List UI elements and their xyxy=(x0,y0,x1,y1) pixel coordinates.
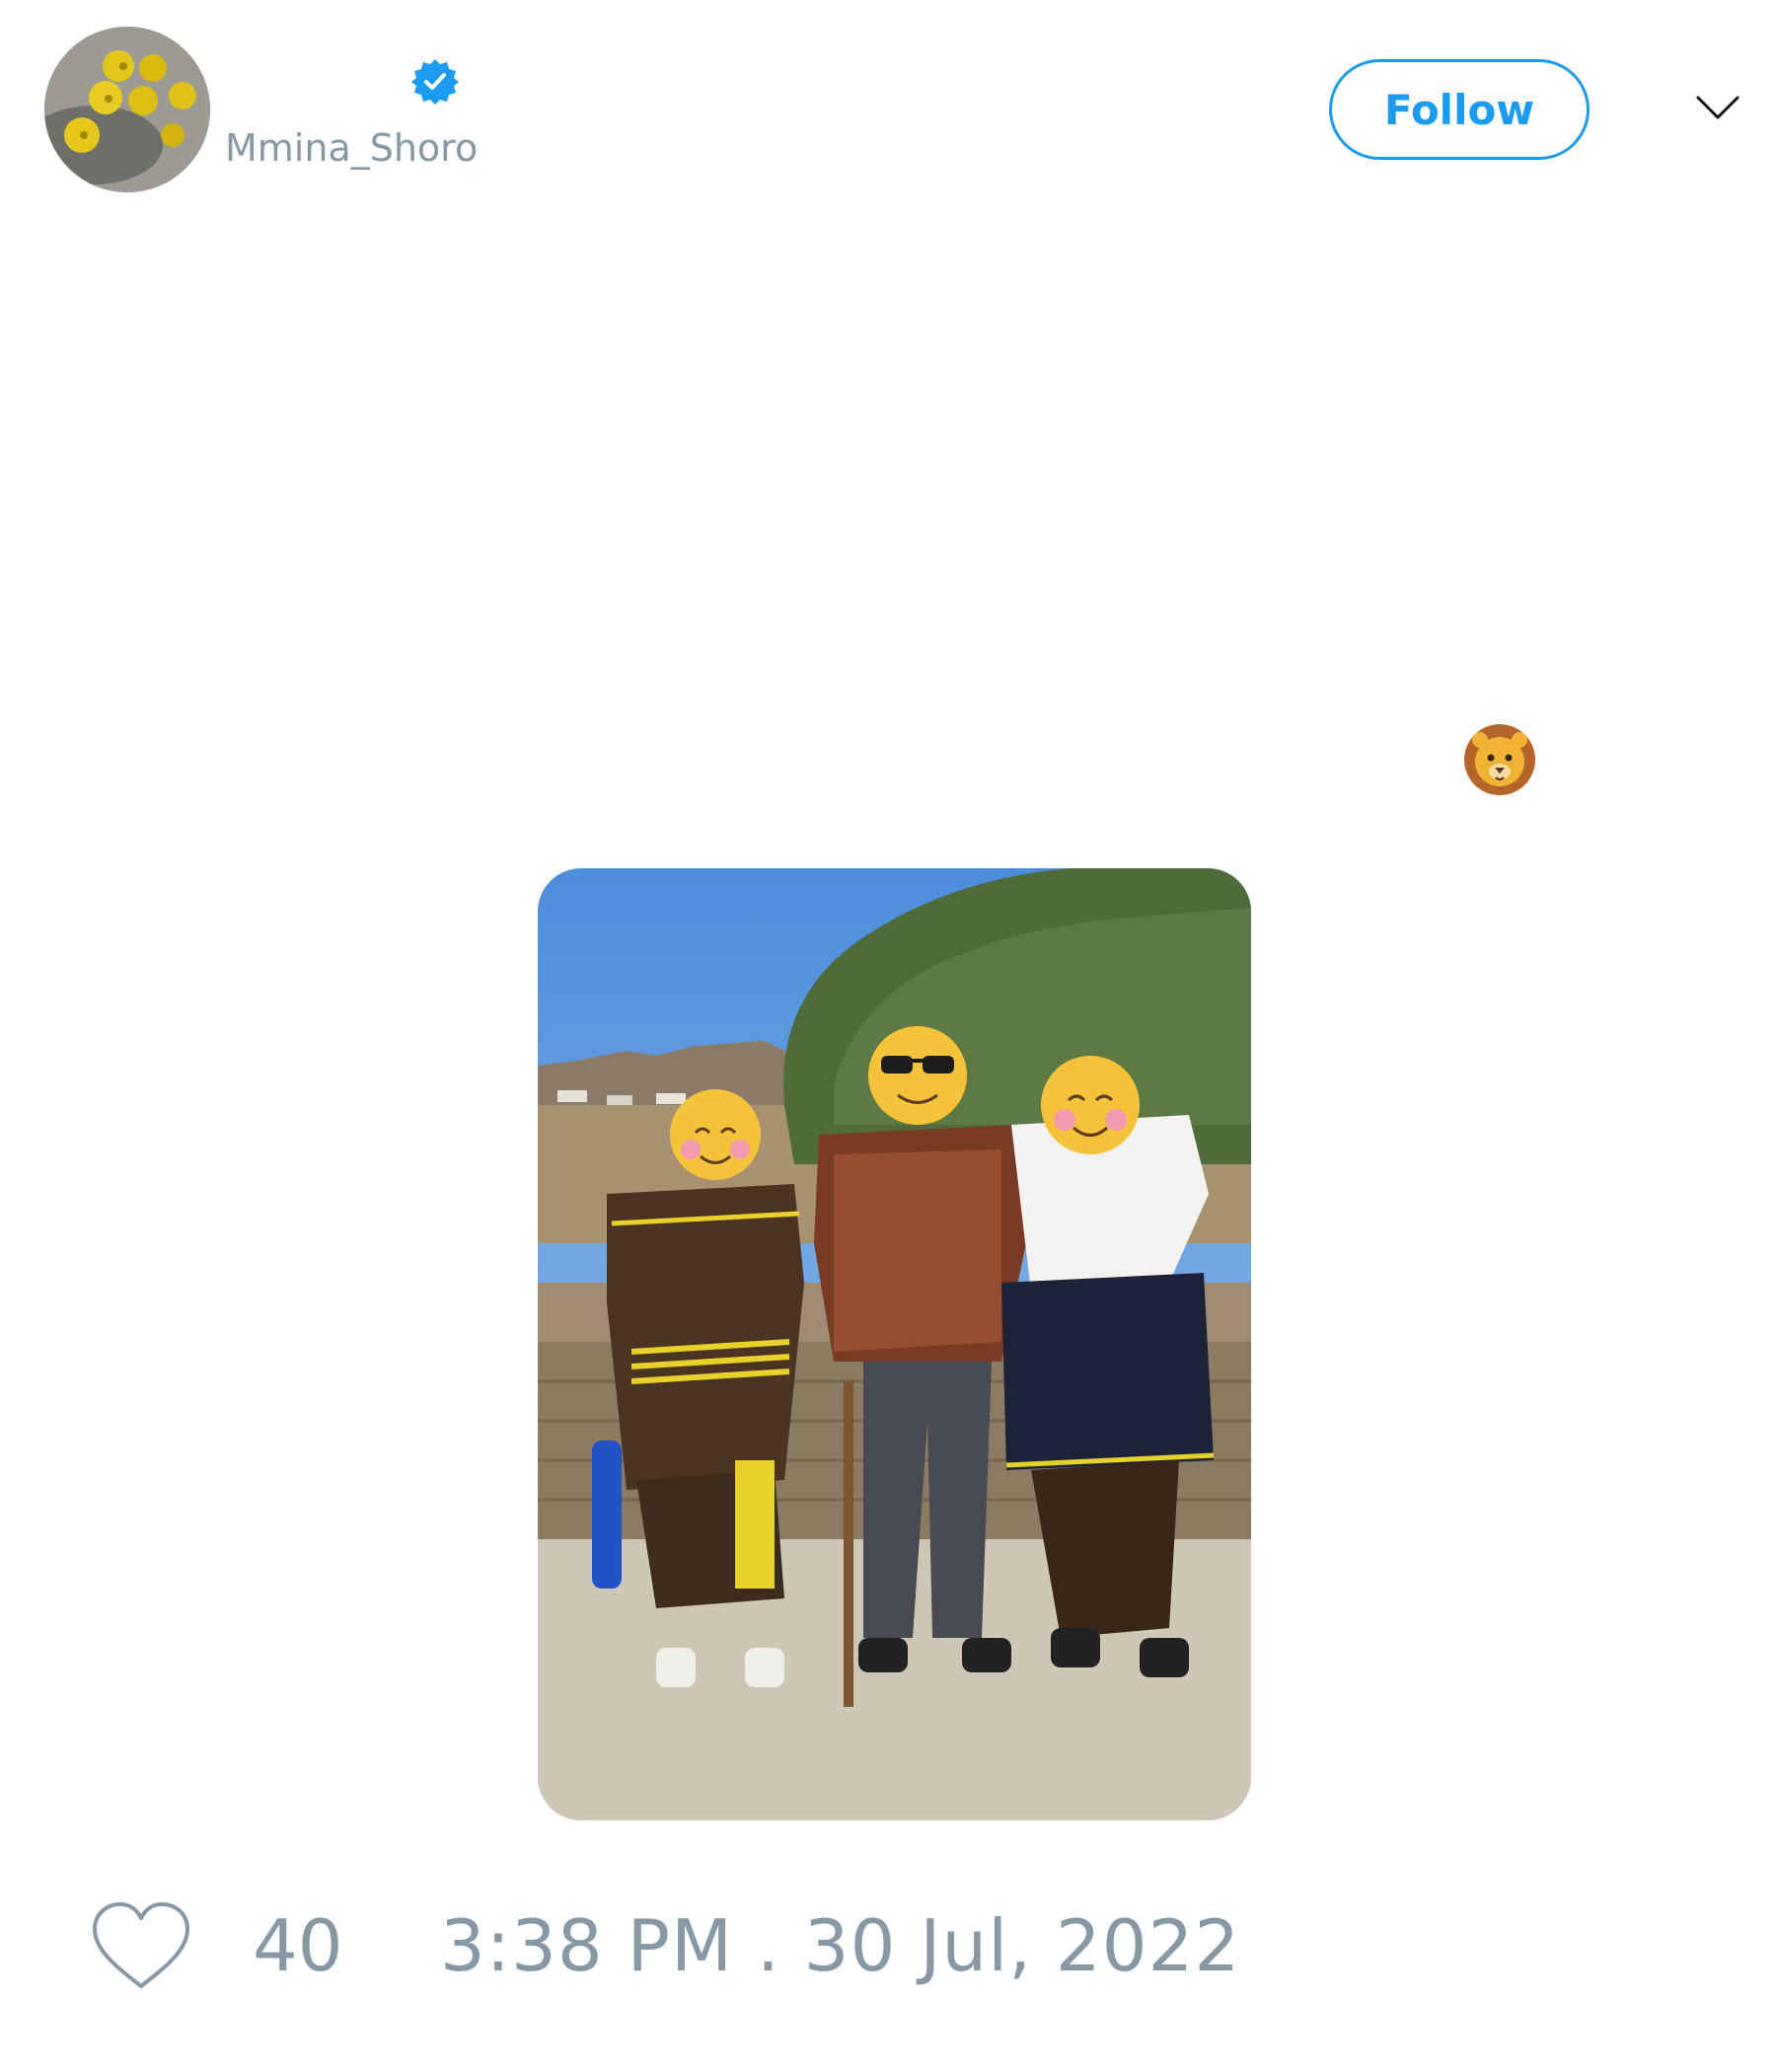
tweet-timestamp[interactable]: 3:38 PM . 30 Jul, 2022 xyxy=(440,1904,1240,1987)
follow-button[interactable]: Follow xyxy=(1329,59,1590,160)
tweet-photo[interactable] xyxy=(538,868,1251,1820)
verified-badge-icon xyxy=(410,57,460,107)
like-count: 40 xyxy=(253,1904,343,1987)
lion-face-emoji xyxy=(1462,720,1537,799)
user-handle[interactable]: Mmina_Shoro xyxy=(225,126,478,170)
heart-icon[interactable] xyxy=(89,1899,193,1993)
avatar[interactable] xyxy=(44,27,210,192)
avatar-image xyxy=(44,27,210,192)
chevron-down-icon[interactable] xyxy=(1695,93,1740,122)
